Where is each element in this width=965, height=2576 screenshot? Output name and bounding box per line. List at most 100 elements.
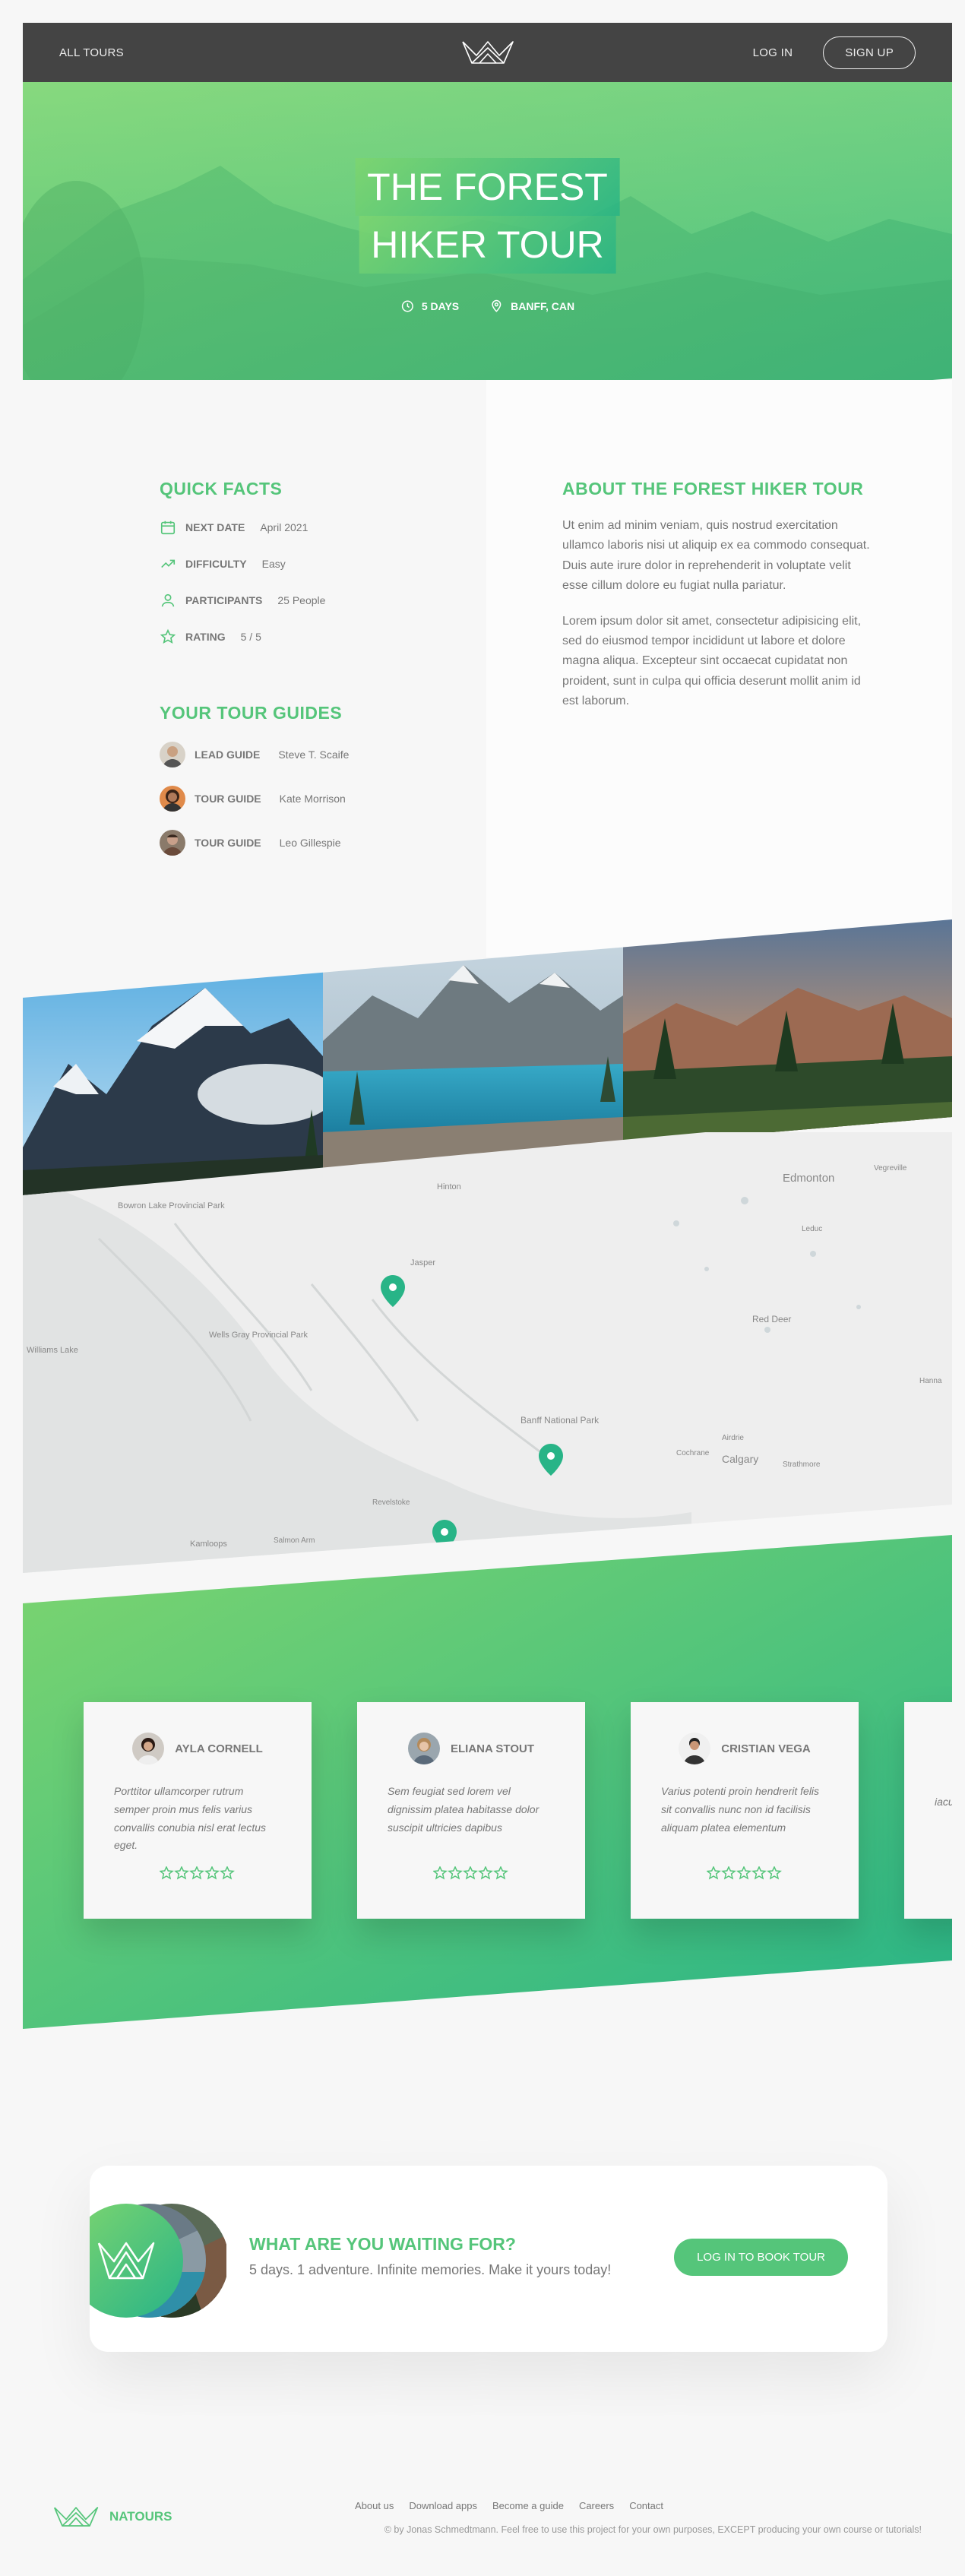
location-text: Banff, CAN [511, 300, 575, 312]
review-rating [388, 1866, 555, 1880]
guide-item: Lead guide Steve T. Scaife [160, 742, 349, 767]
review-card: Cristian Vega Varius potenti proin hendr… [631, 1702, 859, 1919]
map-label: Airdrie [722, 1434, 744, 1442]
avatar [679, 1733, 711, 1764]
guide-name: Kate Morrison [279, 793, 346, 805]
star-icon [433, 1866, 508, 1880]
footer-link-guide[interactable]: Become a guide [492, 2500, 564, 2511]
tour-title-line-2: Hiker Tour [359, 216, 616, 274]
reviews-carousel[interactable]: Ayla Cornell Porttitor ullamcorper rutru… [84, 1702, 952, 1919]
review-rating [114, 1866, 281, 1880]
map-label: Strathmore [783, 1460, 821, 1469]
sign-up-button[interactable]: Sign up [823, 36, 916, 69]
about-tour: About the forest hiker tour Ut enim ad m… [562, 479, 874, 712]
fact-label: Difficulty [185, 558, 247, 570]
page-frame: All tours Log in Sign up [23, 23, 952, 2576]
review-text: Porttitor ullamcorper rutrum semper proi… [114, 1785, 266, 1852]
map-label: Hanna [919, 1377, 942, 1385]
guide-item: Tour guide Leo Gillespie [160, 830, 349, 856]
star-icon [160, 628, 176, 644]
review-card: Ayla Cornell Porttitor ullamcorper rutru… [84, 1702, 312, 1919]
guides-heading: Your tour guides [160, 703, 343, 723]
all-tours-link[interactable]: All tours [59, 46, 124, 59]
hero-details: 5 days Banff, CAN [400, 299, 574, 313]
guide-role: Tour guide [195, 793, 261, 805]
description-section: Quick facts Next date April 2021 Difficu… [23, 380, 952, 957]
footer-logo[interactable]: Natours [53, 2505, 172, 2529]
fact-label: Rating [185, 631, 226, 643]
review-text: Varius potenti proin hendrerit felis sit… [661, 1785, 820, 1834]
log-in-link[interactable]: Log in [753, 46, 793, 59]
site-footer: Natours About us Download apps Become a … [23, 2470, 952, 2561]
duration-text: 5 days [421, 300, 460, 312]
about-paragraph: Ut enim ad minim veniam, quis nostrud ex… [562, 519, 870, 593]
footer-link-careers[interactable]: Careers [579, 2500, 614, 2511]
guide-name: Leo Gillespie [279, 837, 341, 849]
map-label: Williams Lake [27, 1346, 78, 1355]
cta-images [69, 2204, 229, 2318]
guide-name: Steve T. Scaife [278, 748, 350, 761]
fact-value: April 2021 [260, 521, 308, 533]
map-label: Cochrane [676, 1449, 710, 1457]
review-rating [661, 1866, 828, 1880]
map-label: Calgary [722, 1453, 758, 1465]
calendar-icon [160, 521, 176, 535]
map-label: Edmonton [783, 1172, 834, 1185]
clock-icon [401, 300, 413, 312]
map-label: Banff National Park [520, 1415, 600, 1426]
avatar [160, 742, 185, 767]
cta-title: What are you waiting for? [249, 2234, 516, 2254]
book-tour-button[interactable]: Log in to book tour [674, 2239, 848, 2276]
fact-rating: Rating 5 / 5 [160, 628, 325, 645]
map-label: Leduc [802, 1225, 822, 1233]
review-card: iacu rhon susp pelle [904, 1702, 952, 1919]
review-text: iacu rhon susp pelle [935, 1796, 952, 1808]
footer-link-contact[interactable]: Contact [629, 2500, 663, 2511]
trending-up-icon [161, 559, 176, 568]
map-label: Bowron Lake Provincial Park [118, 1201, 225, 1210]
quick-facts-heading: Quick facts [160, 479, 283, 498]
natours-logo-icon[interactable] [461, 39, 514, 66]
map-label: Red Deer [752, 1314, 791, 1324]
fact-value: Easy [261, 558, 286, 570]
user-icon [161, 593, 175, 607]
cta-section: What are you waiting for? 5 days. 1 adve… [69, 2166, 887, 2352]
about-paragraph: Lorem ipsum dolor sit amet, consectetur … [562, 614, 862, 708]
copyright: © by Jonas Schmedtmann. Feel free to use… [384, 2524, 922, 2535]
fact-value: 25 People [277, 594, 326, 606]
star-icon [707, 1866, 782, 1880]
cta-subtitle: 5 days. 1 adventure. Infinite memories. … [249, 2262, 612, 2277]
footer-link-about[interactable]: About us [355, 2500, 394, 2511]
tour-title: The Forest Hiker Tour [355, 158, 620, 274]
tour-title-line-1: The Forest [355, 158, 620, 216]
footer-link-download[interactable]: Download apps [409, 2500, 477, 2511]
tour-guides: Your tour guides Lead guide Steve T. Sca… [160, 703, 349, 856]
map-label: Revelstoke [372, 1498, 410, 1507]
avatar [132, 1733, 165, 1764]
star-icon [160, 1866, 235, 1880]
avatar [407, 1733, 440, 1764]
guide-role: Lead guide [195, 748, 261, 761]
location-detail: Banff, CAN [489, 299, 574, 313]
fact-difficulty: Difficulty Easy [160, 555, 325, 572]
map-label: Hinton [437, 1182, 461, 1191]
reviewer-name: Ayla Cornell [175, 1742, 263, 1755]
about-heading: About the forest hiker tour [562, 479, 864, 498]
footer-logo-text: Natours [109, 2509, 172, 2524]
duration-detail: 5 days [400, 299, 459, 313]
map-label: Vegreville [874, 1164, 907, 1172]
map-label: Jasper [410, 1258, 435, 1267]
cta-content: What are you waiting for? 5 days. 1 adve… [249, 2234, 611, 2278]
guide-role: Tour guide [195, 837, 261, 849]
reviewer-name: Cristian Vega [721, 1742, 811, 1755]
fact-participants: Participants 25 People [160, 592, 325, 609]
description-left-panel [23, 380, 486, 957]
quick-facts: Quick facts Next date April 2021 Difficu… [160, 479, 325, 645]
fact-label: Participants [185, 594, 263, 606]
map-label: Wells Gray Provincial Park [209, 1331, 308, 1340]
footer-nav: About us Download apps Become a guide Ca… [355, 2500, 663, 2511]
avatar [160, 830, 185, 856]
review-text: Sem feugiat sed lorem vel dignissim plat… [388, 1785, 539, 1834]
reviewer-name: Eliana Stout [450, 1742, 534, 1755]
map-pin-icon [492, 299, 501, 312]
